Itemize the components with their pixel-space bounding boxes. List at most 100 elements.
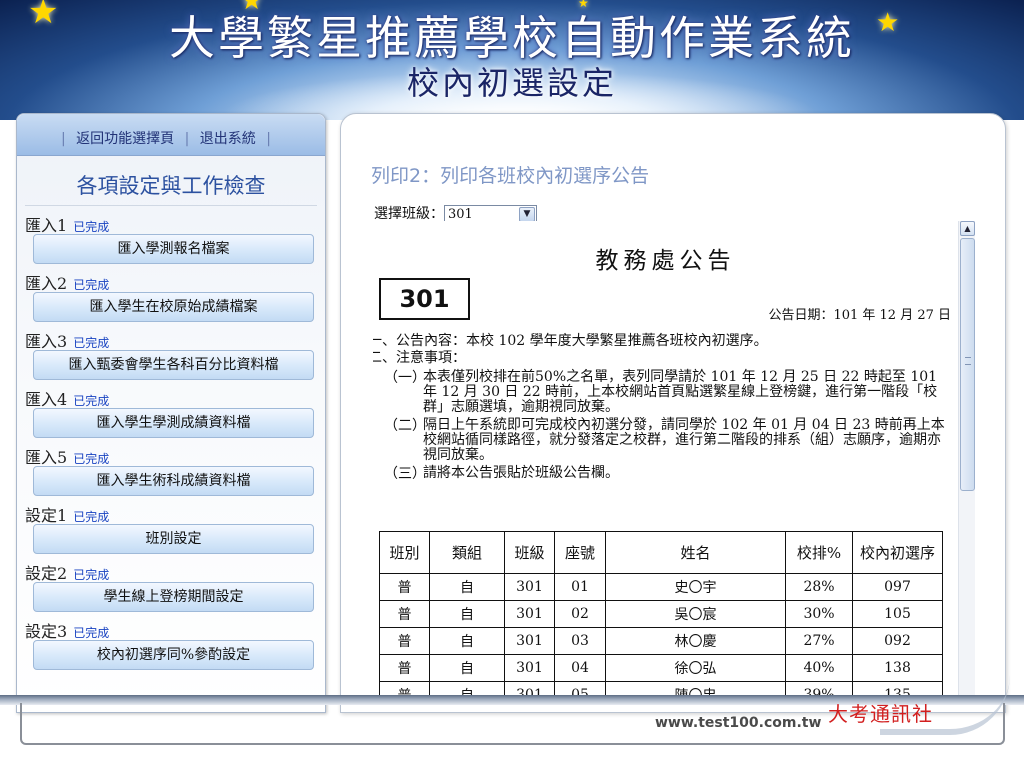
back-to-menu-link[interactable]: 返回功能選擇頁 (76, 131, 174, 147)
cell-rank-percent: 30% (785, 600, 853, 628)
settings-sidebar: | 返回功能選擇頁 | 退出系統 | 各項設定與工作檢查 匯入1 已完成 匯入學測… (16, 113, 326, 713)
table-row: 普 自 301 03 林〇慶 27% 092 (379, 627, 943, 655)
nav-separator: | (266, 131, 271, 147)
status-badge: 已完成 (73, 394, 110, 408)
class-number-box: 301 (379, 278, 470, 320)
import-raw-grades-button[interactable]: 匯入學生在校原始成績檔案 (33, 292, 314, 322)
cell-seat: 04 (554, 654, 606, 682)
class-settings-button[interactable]: 班別設定 (33, 524, 314, 554)
footer: www.test100.com.tw 大考通訊社 (0, 695, 1024, 768)
notice-title: 教務處公告 (595, 248, 736, 274)
notice-item: （二） 隔日上午系統即可完成校內初選分發，請同學於 102 年 01 月 04 … (373, 418, 953, 463)
item-text: 隔日上午系統即可完成校內初選分發，請同學於 102 年 01 月 04 日 23… (423, 417, 945, 463)
task-import-1: 匯入1 已完成 匯入學測報名檔案 (25, 208, 325, 264)
task-title: 匯入5 (25, 448, 68, 467)
cell-rank-percent: 40% (785, 654, 853, 682)
cell-class: 301 (504, 600, 555, 628)
logout-link[interactable]: 退出系統 (200, 131, 256, 147)
sidebar-heading: 各項設定與工作檢查 (25, 170, 317, 206)
cell-name: 林〇慶 (605, 627, 786, 655)
notice-item: （一） 本表僅列校排在前50%之名單，表列同學請於 101 年 12 月 25 … (373, 370, 953, 415)
task-import-3: 匯入3 已完成 匯入甄委會學生各科百分比資料檔 (25, 324, 325, 380)
notice-body: 一、公告內容：本校 102 學年度大學繁星推薦各班校內初選序。 二、注意事項： … (373, 333, 953, 483)
item-text: 請將本公告張貼於班級公告欄。 (423, 465, 619, 481)
status-badge: 已完成 (73, 568, 110, 582)
import-registration-button[interactable]: 匯入學測報名檔案 (33, 234, 314, 264)
cell-name: 吳〇宸 (605, 600, 786, 628)
notice-frame[interactable]: 教務處公告 301 公告日期：101 年 12 月 27 日 一、公告內容：本校… (373, 221, 975, 699)
footer-url: www.test100.com.tw (655, 715, 822, 731)
cell-seat: 03 (554, 627, 606, 655)
cell-track: 自 (429, 573, 505, 601)
notice-item: （三） 請將本公告張貼於班級公告欄。 (373, 466, 953, 483)
cell-name: 徐〇弘 (605, 654, 786, 682)
task-title: 設定2 (25, 564, 68, 583)
cell-track: 自 (429, 654, 505, 682)
nav-separator: | (61, 131, 66, 147)
status-badge: 已完成 (73, 336, 110, 350)
cell-class: 301 (504, 654, 555, 682)
col-header-seat: 座號 (554, 531, 606, 574)
table-row: 普 自 301 04 徐〇弘 40% 138 (379, 654, 943, 682)
tie-rule-button[interactable]: 校內初選序同%參酌設定 (33, 640, 314, 670)
import-percentile-button[interactable]: 匯入甄委會學生各科百分比資料檔 (33, 350, 314, 380)
scroll-up-icon[interactable]: ▲ (960, 221, 975, 236)
grip-icon (965, 357, 971, 365)
task-import-5: 匯入5 已完成 匯入學生術科成績資料檔 (25, 440, 325, 496)
scrollbar-thumb[interactable] (960, 238, 975, 491)
task-setting-1: 設定1 已完成 班別設定 (25, 498, 325, 554)
chevron-down-icon[interactable]: ▼ (519, 206, 535, 222)
cell-seat: 02 (554, 600, 606, 628)
item-number: （一） (384, 370, 426, 386)
vertical-scrollbar[interactable]: ▲ (958, 221, 975, 699)
table-row: 普 自 301 02 吳〇宸 30% 105 (379, 600, 943, 628)
footer-brand-logo: 大考通訊社 (828, 702, 933, 726)
item-text: 本表僅列校排在前50%之名單，表列同學請於 101 年 12 月 25 日 22… (423, 369, 938, 415)
task-import-2: 匯入2 已完成 匯入學生在校原始成績檔案 (25, 266, 325, 322)
notice-remarks-line: 二、注意事項： (373, 350, 466, 366)
cell-track: 自 (429, 627, 505, 655)
import-exam-scores-button[interactable]: 匯入學生學測成績資料檔 (33, 408, 314, 438)
task-title: 匯入3 (25, 332, 68, 351)
status-badge: 已完成 (73, 220, 110, 234)
page-title: 列印2：列印各班校內初選序公告 (371, 165, 650, 187)
task-title: 匯入1 (25, 216, 68, 235)
col-header-program: 班別 (379, 531, 430, 574)
status-badge: 已完成 (73, 626, 110, 640)
import-skill-scores-button[interactable]: 匯入學生術科成績資料檔 (33, 466, 314, 496)
app-subtitle: 校內初選設定 (406, 64, 617, 102)
table-row: 普 自 301 01 史〇宇 28% 097 (379, 573, 943, 601)
cell-initial-order: 097 (852, 573, 943, 601)
class-select-value: 301 (448, 206, 473, 222)
cell-program: 普 (379, 600, 430, 628)
col-header-class: 班級 (504, 531, 555, 574)
status-badge: 已完成 (73, 278, 110, 292)
task-setting-2: 設定2 已完成 學生線上登榜期間設定 (25, 556, 325, 612)
cell-track: 自 (429, 600, 505, 628)
nav-separator: | (184, 131, 190, 147)
col-header-rank-percent: 校排% (785, 531, 853, 574)
online-period-button[interactable]: 學生線上登榜期間設定 (33, 582, 314, 612)
notice-content-line: 一、公告內容：本校 102 學年度大學繁星推薦各班校內初選序。 (373, 333, 768, 349)
notice-date: 公告日期：101 年 12 月 27 日 (768, 308, 951, 323)
header-banner: ★ ★ ★ ★ 大學繁星推薦學校自動作業系統 校內初選設定 (0, 0, 1024, 120)
cell-program: 普 (379, 627, 430, 655)
class-select-label: 選擇班級： (374, 206, 444, 222)
sidebar-nav: | 返回功能選擇頁 | 退出系統 | (17, 114, 325, 156)
cell-initial-order: 105 (852, 600, 943, 628)
col-header-initial-order: 校內初選序 (852, 531, 943, 574)
cell-program: 普 (379, 573, 430, 601)
col-header-name: 姓名 (605, 531, 786, 574)
table-header-row: 班別 類組 班級 座號 姓名 校排% 校內初選序 (379, 531, 943, 574)
item-number: （二） (384, 418, 426, 434)
cell-seat: 01 (554, 573, 606, 601)
task-import-4: 匯入4 已完成 匯入學生學測成績資料檔 (25, 382, 325, 438)
task-title: 匯入2 (25, 274, 68, 293)
cell-class: 301 (504, 627, 555, 655)
task-setting-3: 設定3 已完成 校內初選序同%參酌設定 (25, 614, 325, 670)
task-title: 設定3 (25, 622, 68, 641)
item-number: （三） (384, 466, 426, 482)
rank-table: 班別 類組 班級 座號 姓名 校排% 校內初選序 普 自 301 01 史〇宇 … (379, 531, 943, 699)
col-header-track: 類組 (429, 531, 505, 574)
status-badge: 已完成 (73, 452, 110, 466)
